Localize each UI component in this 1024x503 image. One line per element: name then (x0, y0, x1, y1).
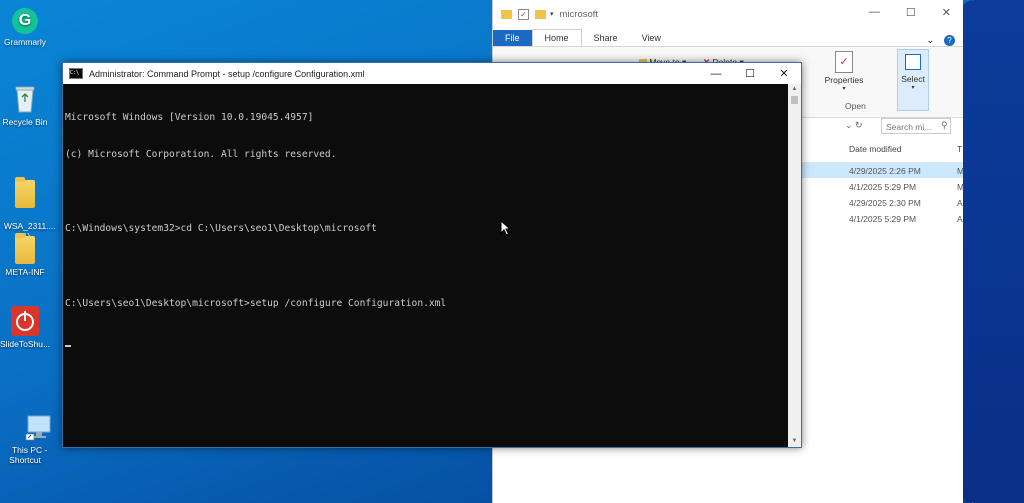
recycle-bin-icon (12, 82, 38, 114)
select-icon (905, 54, 921, 70)
tab-share[interactable]: Share (582, 30, 630, 46)
desktop-icon-slidetoshutdown[interactable]: SlideToShu... (0, 306, 56, 349)
folder-icon (501, 9, 512, 19)
refresh-icon[interactable]: ⌄ ↻ (845, 120, 863, 131)
console-output[interactable]: Microsoft Windows [Version 10.0.19045.49… (63, 84, 787, 447)
help-icon[interactable]: ? (944, 35, 955, 46)
mouse-pointer-icon (500, 219, 512, 241)
desktop-icon-label: SlideToShu... (0, 339, 51, 349)
chevron-down-icon[interactable]: ⌄ (926, 35, 934, 46)
computer-icon (10, 404, 51, 441)
explorer-titlebar: ✓ ▾ microsoft — ☐ ✕ (493, 0, 963, 28)
properties-button[interactable]: ✓ Properties ▾ (823, 51, 865, 92)
file-row[interactable]: 4/29/2025 2:26 PM M (793, 163, 964, 178)
console-line: C:\Windows\system32>cd C:\Users\seo1\Des… (65, 223, 377, 235)
tab-home[interactable]: Home (531, 29, 582, 46)
desktop-icon-this-pc[interactable]: This PC - Shortcut (0, 384, 56, 475)
vertical-scrollbar[interactable]: ▲ ▼ (788, 84, 801, 447)
address-bar: ⌄ ↻ Search mi... ⚲ (793, 118, 963, 136)
scroll-down-icon[interactable]: ▼ (788, 436, 801, 447)
folder-icon[interactable] (535, 9, 546, 19)
file-row[interactable]: 56 4/29/2025 2:30 PM A (793, 195, 963, 210)
grammarly-icon: G (12, 8, 38, 34)
console-line: C:\Users\seo1\Desktop\microsoft>setup /c… (65, 297, 447, 309)
column-type[interactable]: T (957, 144, 962, 154)
open-group-label: Open (845, 101, 866, 111)
console-line: Microsoft Windows [Version 10.0.19045.49… (65, 111, 314, 123)
maximize-button[interactable]: ☐ (906, 6, 916, 19)
folder-icon (15, 177, 35, 208)
desktop-icon-grammarly[interactable]: G Grammarly (0, 8, 56, 47)
desktop-icon-label: META-INF (5, 267, 45, 277)
explorer-title: microsoft (559, 8, 599, 20)
minimize-button[interactable]: — (869, 6, 880, 19)
cmd-icon: C:\ (69, 68, 83, 79)
console-cursor-line (65, 335, 787, 348)
power-icon (11, 306, 39, 336)
column-date-modified[interactable]: Date modified (849, 144, 901, 154)
command-prompt-window[interactable]: C:\ Administrator: Command Prompt - setu… (62, 62, 802, 448)
desktop-icon-label: Recycle Bin (2, 117, 48, 127)
dropdown-icon[interactable]: ▾ (550, 10, 554, 18)
select-button[interactable]: Select ▾ (897, 49, 929, 111)
search-icon: ⚲ (941, 120, 948, 130)
maximize-button[interactable]: ☐ (733, 63, 767, 84)
cmd-titlebar[interactable]: C:\ Administrator: Command Prompt - setu… (63, 63, 801, 84)
properties-icon: ✓ (835, 51, 853, 73)
text-cursor (65, 345, 71, 348)
tab-view[interactable]: View (630, 30, 673, 46)
tab-file[interactable]: File (493, 30, 532, 46)
close-button[interactable]: ✕ (942, 6, 951, 19)
desktop-icon-label: This PC - Shortcut (9, 445, 48, 465)
ribbon-tabs: File Home Share View ⌄ ? (493, 28, 963, 46)
cmd-window-title: Administrator: Command Prompt - setup /c… (89, 68, 365, 79)
check-icon[interactable]: ✓ (518, 8, 529, 20)
file-row[interactable]: 4/1/2025 5:29 PM A (793, 211, 963, 226)
folder-icon (15, 233, 35, 264)
minimize-button[interactable]: — (699, 63, 733, 84)
desktop-icon-label: Grammarly (3, 37, 47, 47)
desktop-icon-recycle-bin[interactable]: Recycle Bin (0, 82, 56, 127)
close-button[interactable]: ✕ (767, 63, 801, 84)
desktop-icon-meta-inf[interactable]: META-INF (0, 233, 56, 277)
file-row[interactable]: 4/1/2025 5:29 PM M (793, 179, 964, 194)
console-line: (c) Microsoft Corporation. All rights re… (65, 149, 337, 161)
scrollbar-thumb[interactable] (791, 96, 798, 104)
scroll-up-icon[interactable]: ▲ (788, 84, 801, 95)
column-headers: Date modified T (793, 138, 963, 163)
desktop-edge (960, 0, 1024, 503)
